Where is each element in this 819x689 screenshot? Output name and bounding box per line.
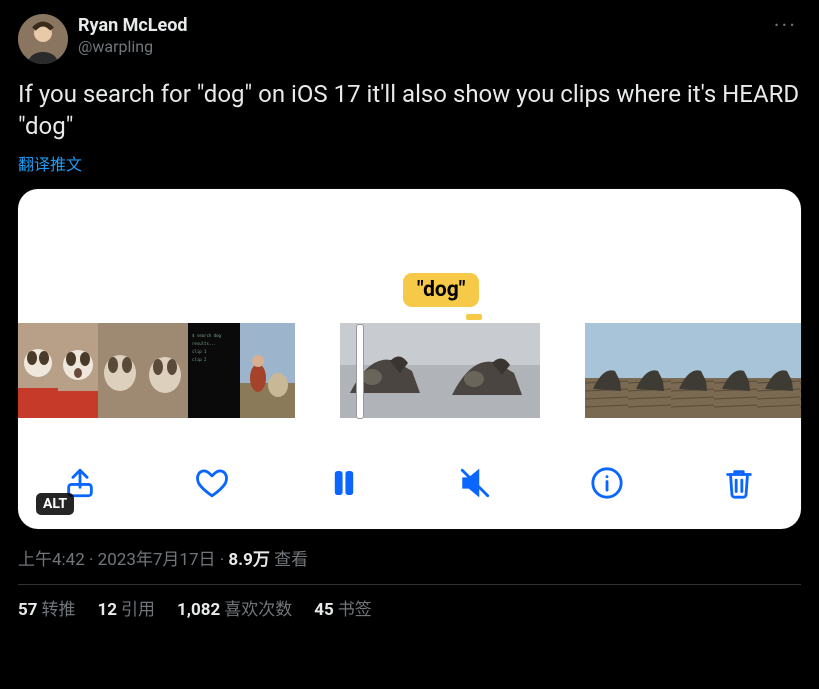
views-label: 查看	[270, 550, 308, 570]
video-thumb[interactable]: $ search dog results... clip 1 clip 2	[188, 323, 240, 418]
media-controls	[18, 461, 801, 505]
retweets-stat[interactable]: 57转推	[18, 595, 76, 620]
author-block: Ryan McLeod @warpling	[78, 14, 188, 58]
clip-gap	[295, 323, 340, 418]
handle[interactable]: @warpling	[78, 37, 188, 58]
svg-text:clip 1: clip 1	[192, 349, 207, 354]
bookmarks-stat[interactable]: 45书签	[314, 595, 372, 620]
svg-text:clip 2: clip 2	[192, 357, 207, 362]
translate-link[interactable]: 翻译推文	[18, 151, 82, 175]
divider	[18, 584, 801, 585]
pause-button[interactable]	[322, 461, 366, 505]
video-thumb[interactable]	[585, 323, 628, 418]
trash-icon	[722, 466, 756, 500]
video-thumb[interactable]	[340, 323, 440, 418]
post-time[interactable]: 上午4:42	[18, 550, 85, 570]
speaker-muted-icon	[458, 466, 492, 500]
video-thumb[interactable]	[440, 323, 540, 418]
playhead[interactable]	[356, 324, 364, 419]
like-button[interactable]	[190, 461, 234, 505]
tweet-body: If you search for "dog" on iOS 17 it'll …	[18, 78, 801, 143]
svg-text:results...: results...	[192, 341, 216, 346]
video-thumb[interactable]	[18, 323, 58, 418]
info-icon	[590, 466, 624, 500]
clip-group[interactable]	[340, 323, 540, 418]
video-thumb[interactable]	[757, 323, 800, 418]
stats-row: 57转推 12引用 1,082喜欢次数 45书签	[18, 595, 801, 620]
display-name[interactable]: Ryan McLeod	[78, 14, 188, 37]
views-count[interactable]: 8.9万	[228, 550, 269, 570]
video-clips-row[interactable]: $ search dog results... clip 1 clip 2	[18, 323, 801, 418]
clip-gap	[540, 323, 585, 418]
info-button[interactable]	[585, 461, 629, 505]
clip-group[interactable]	[585, 323, 801, 418]
video-thumb[interactable]	[671, 323, 714, 418]
video-thumb[interactable]	[98, 323, 143, 418]
alt-badge[interactable]: ALT	[36, 493, 74, 515]
tooltip-marker	[466, 314, 482, 320]
more-button[interactable]: ···	[770, 14, 801, 39]
heart-icon	[195, 466, 229, 500]
likes-stat[interactable]: 1,082喜欢次数	[177, 595, 292, 620]
avatar[interactable]	[18, 14, 68, 64]
video-thumb[interactable]	[143, 323, 188, 418]
delete-button[interactable]	[717, 461, 761, 505]
tweet-header: Ryan McLeod @warpling ···	[18, 14, 801, 64]
mute-button[interactable]	[453, 461, 497, 505]
video-thumb[interactable]	[628, 323, 671, 418]
media-card[interactable]: "dog" $ search dog results... clip 1 clip 2	[18, 189, 801, 529]
post-date[interactable]: 2023年7月17日	[98, 550, 216, 570]
quotes-stat[interactable]: 12引用	[98, 595, 156, 620]
pause-icon	[327, 466, 361, 500]
tweet: Ryan McLeod @warpling ··· If you search …	[0, 0, 819, 620]
search-tooltip: "dog"	[403, 273, 479, 307]
svg-text:$ search dog: $ search dog	[192, 333, 221, 338]
video-thumb[interactable]	[800, 323, 801, 418]
clip-group[interactable]: $ search dog results... clip 1 clip 2	[18, 323, 295, 418]
video-thumb[interactable]	[240, 323, 295, 418]
video-thumb[interactable]	[58, 323, 98, 418]
video-thumb[interactable]	[714, 323, 757, 418]
meta-row: 上午4:42 · 2023年7月17日 · 8.9万 查看	[18, 545, 801, 570]
avatar-image	[18, 14, 68, 64]
